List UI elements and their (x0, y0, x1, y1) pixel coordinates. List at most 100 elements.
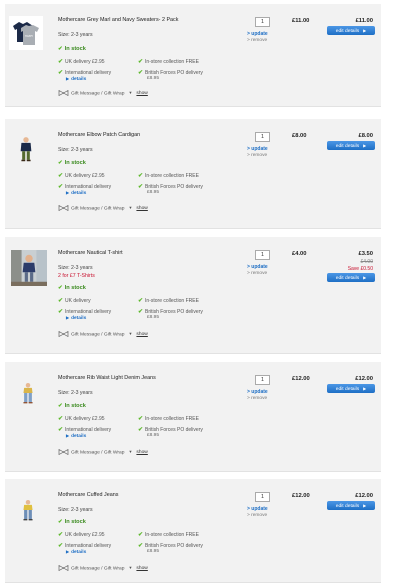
gift-bow-icon (58, 449, 69, 455)
gift-message-row[interactable]: Gift Message / Gift Wrap ▼ show (58, 565, 148, 571)
instore-collection-option: ✔ In-store collection FREE (138, 416, 199, 422)
unit-price: £12.00 (292, 493, 310, 499)
gift-show-link[interactable]: show (136, 91, 147, 96)
arrow-right-icon: ▶ (66, 190, 70, 195)
line-total: £3.50 (358, 251, 373, 257)
product-size: Size: 2-3 years (58, 265, 93, 271)
check-icon: ✔ (138, 173, 144, 179)
gift-message-row[interactable]: Gift Message / Gift Wrap ▼ show (58, 449, 148, 455)
was-price: £4.00 (360, 259, 373, 265)
check-icon: ✔ (58, 298, 64, 304)
update-link[interactable]: > update (247, 31, 268, 37)
remove-link[interactable]: > remove (247, 38, 267, 43)
uk-delivery-option: ✔ UK delivery (58, 298, 91, 304)
remove-link[interactable]: > remove (247, 271, 267, 276)
check-icon: ✔ (58, 285, 63, 291)
gift-show-link[interactable]: show (136, 206, 147, 211)
edit-details-button[interactable]: edit details ▶ (327, 26, 375, 35)
check-icon: ✔ (58, 532, 64, 538)
update-link[interactable]: > update (247, 264, 268, 270)
basket-list: HAPPY Mothercare Grey Marl and Navy Swea… (0, 0, 396, 587)
international-delivery-option: ✔ International delivery (58, 70, 112, 76)
product-name[interactable]: Mothercare Nautical T-shirt (58, 250, 123, 256)
instore-collection-option: ✔ In-store collection FREE (138, 59, 199, 65)
unit-price: £8.00 (292, 133, 307, 139)
bfpo-delivery-option: ✔ British Forces PO delivery (138, 184, 203, 190)
arrow-right-icon: ▶ (66, 549, 70, 554)
gift-message-row[interactable]: Gift Message / Gift Wrap ▼ show (58, 90, 148, 96)
basket-item-row: Mothercare Cuffed Jeans Size: 2-3 years … (5, 479, 381, 583)
saving-label: Save £0.50 (347, 266, 373, 272)
line-total: £12.00 (355, 376, 373, 382)
svg-text:HAPPY: HAPPY (25, 34, 34, 38)
edit-details-button[interactable]: edit details ▶ (327, 501, 375, 510)
check-icon: ✔ (58, 543, 64, 549)
edit-details-button[interactable]: edit details ▶ (327, 141, 375, 150)
gift-message-row[interactable]: Gift Message / Gift Wrap ▼ show (58, 331, 148, 337)
update-link[interactable]: > update (247, 389, 268, 395)
stock-status: ✔ In stock (58, 285, 86, 291)
edit-details-button[interactable]: edit details ▶ (327, 384, 375, 393)
uk-delivery-option: ✔ UK delivery £2.95 (58, 173, 105, 179)
promotion-label[interactable]: 2 for £7 T-Shirts (58, 273, 95, 279)
stock-status: ✔ In stock (58, 403, 86, 409)
stock-status: ✔ In stock (58, 160, 86, 166)
product-name[interactable]: Mothercare Cuffed Jeans (58, 492, 118, 498)
arrow-right-icon: ▶ (66, 315, 70, 320)
product-name[interactable]: Mothercare Grey Marl and Navy Sweaters- … (58, 17, 178, 23)
international-details-link[interactable]: ▶ details (66, 315, 86, 321)
check-icon: ✔ (138, 543, 144, 549)
bfpo-delivery-option: ✔ British Forces PO delivery (138, 543, 203, 549)
product-size: Size: 2-3 years (58, 147, 93, 153)
unit-price: £12.00 (292, 376, 310, 382)
arrow-right-icon: ▶ (363, 275, 367, 280)
international-details-link[interactable]: ▶ details (66, 190, 86, 196)
bfpo-price: £8.95 (147, 315, 160, 320)
update-link[interactable]: > update (247, 146, 268, 152)
international-delivery-option: ✔ International delivery (58, 184, 112, 190)
stock-status: ✔ In stock (58, 519, 86, 525)
gift-show-link[interactable]: show (136, 566, 147, 571)
quantity-input[interactable] (255, 17, 270, 27)
product-name[interactable]: Mothercare Elbow Patch Cardigan (58, 132, 140, 138)
international-details-link[interactable]: ▶ details (66, 433, 86, 439)
cuffed-jeans-product-image[interactable] (17, 491, 39, 529)
gift-show-link[interactable]: show (136, 332, 147, 337)
arrow-right-icon: ▶ (66, 433, 70, 438)
bfpo-delivery-option: ✔ British Forces PO delivery (138, 70, 203, 76)
international-delivery-option: ✔ International delivery (58, 427, 112, 433)
bfpo-price: £8.95 (147, 76, 160, 81)
arrow-right-icon: ▶ (363, 143, 367, 148)
tshirt-product-image[interactable] (11, 247, 47, 289)
uk-delivery-option: ✔ UK delivery £2.95 (58, 59, 105, 65)
quantity-input[interactable] (255, 492, 270, 502)
cardigan-product-image[interactable] (13, 129, 39, 169)
remove-link[interactable]: > remove (247, 153, 267, 158)
caret-down-icon: ▼ (128, 331, 133, 337)
update-link[interactable]: > update (247, 506, 268, 512)
remove-link[interactable]: > remove (247, 513, 267, 518)
basket-item-row: Mothercare Rib Waist Light Denim Jeans S… (5, 362, 381, 472)
jeans-product-image[interactable] (17, 374, 39, 412)
quantity-input[interactable] (255, 132, 270, 142)
check-icon: ✔ (58, 70, 64, 76)
gift-show-link[interactable]: show (136, 450, 147, 455)
check-icon: ✔ (58, 403, 63, 409)
gift-bow-icon (58, 90, 69, 96)
check-icon: ✔ (58, 416, 64, 422)
caret-down-icon: ▼ (128, 205, 133, 211)
gift-message-row[interactable]: Gift Message / Gift Wrap ▼ show (58, 205, 148, 211)
unit-price: £4.00 (292, 251, 307, 257)
product-size: Size: 2-3 years (58, 32, 93, 38)
international-details-link[interactable]: ▶ details (66, 76, 86, 82)
edit-details-button[interactable]: edit details ▶ (327, 273, 375, 282)
check-icon: ✔ (138, 309, 144, 315)
product-name[interactable]: Mothercare Rib Waist Light Denim Jeans (58, 375, 156, 381)
sweaters-product-image[interactable]: HAPPY (9, 16, 43, 50)
check-icon: ✔ (58, 427, 64, 433)
remove-link[interactable]: > remove (247, 396, 267, 401)
quantity-input[interactable] (255, 375, 270, 385)
quantity-input[interactable] (255, 250, 270, 260)
international-details-link[interactable]: ▶ details (66, 549, 86, 555)
gift-bow-icon (58, 205, 69, 211)
